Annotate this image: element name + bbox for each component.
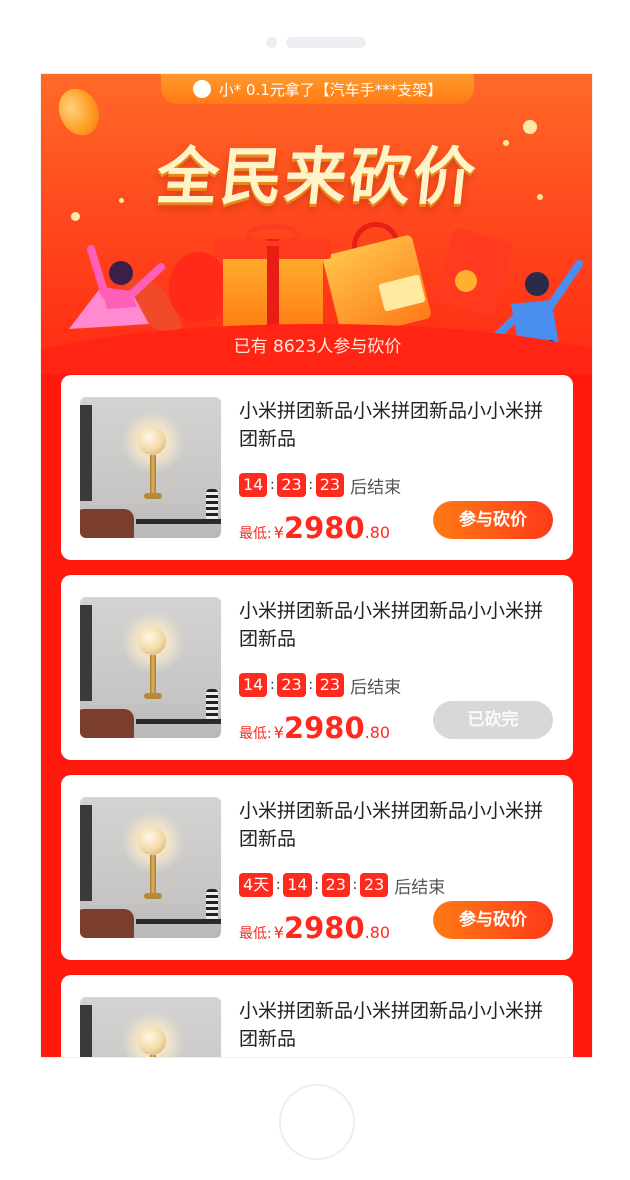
product-card[interactable]: 小米拼团新品小米拼团新品小小米拼团新品 14:23:23 后结束 最低: ¥ 29…	[61, 575, 573, 760]
countdown-segment: 23	[277, 673, 306, 697]
sparkle-decoration	[71, 212, 80, 221]
image-detail	[206, 689, 218, 721]
lowest-price: 最低: ¥ 2980 .80	[239, 511, 390, 545]
image-detail	[80, 509, 134, 538]
product-card[interactable]: 小米拼团新品小米拼团新品小小米拼团新品 4天:14:23:23 后结束 最低: ¥…	[61, 775, 573, 960]
countdown-segment: 14	[283, 873, 312, 897]
currency-symbol: ¥	[273, 723, 284, 742]
bargain-button[interactable]: 参与砍价	[433, 501, 553, 539]
countdown-timer: 14:23:23 后结束	[239, 473, 402, 498]
image-detail	[80, 909, 134, 938]
hero-banner: 小* 0.1元拿了【汽车手***支架】 全民来砍价 已有 8623人参与砍价	[41, 74, 592, 374]
countdown-segment: 23	[321, 873, 350, 897]
price-decimal: .80	[364, 723, 391, 742]
product-image[interactable]	[80, 397, 221, 538]
lamp-bulb	[138, 1027, 166, 1055]
image-detail	[80, 405, 92, 501]
sparkle-decoration	[523, 120, 537, 134]
price-decimal: .80	[364, 523, 391, 542]
bargain-button: 已砍完	[433, 701, 553, 739]
image-detail	[80, 605, 92, 701]
countdown-separator: :	[314, 877, 319, 893]
countdown-segment: 23	[315, 673, 345, 697]
countdown-separator: :	[352, 877, 358, 893]
phone-camera-dot	[266, 37, 277, 48]
price-label: 最低:	[239, 526, 272, 542]
product-title[interactable]: 小米拼团新品小米拼团新品小小米拼团新品	[239, 397, 559, 453]
lowest-price: 最低: ¥ 2980 .80	[239, 711, 390, 745]
countdown-timer: 14:23:23 后结束	[239, 673, 402, 698]
countdown-suffix: 后结束	[350, 477, 402, 498]
winner-ticker: 小* 0.1元拿了【汽车手***支架】	[161, 74, 474, 104]
balloon-decoration	[169, 252, 229, 322]
countdown-separator: :	[308, 677, 314, 693]
price-decimal: .80	[364, 923, 391, 942]
price-label: 最低:	[239, 926, 272, 942]
gift-ribbon-illustration	[267, 239, 279, 334]
currency-symbol: ¥	[273, 523, 284, 542]
price-integer: 2980	[283, 511, 365, 545]
coin-illustration	[455, 270, 477, 292]
product-image[interactable]	[80, 997, 221, 1057]
price-label: 最低:	[239, 726, 272, 742]
image-detail	[80, 1005, 92, 1057]
countdown-segment: 4天	[239, 873, 274, 897]
product-title[interactable]: 小米拼团新品小米拼团新品小小米拼团新品	[239, 597, 559, 653]
gift-bow-illustration	[246, 224, 300, 246]
countdown-suffix: 后结束	[350, 677, 402, 698]
lowest-price: 最低: ¥ 2980 .80	[239, 911, 390, 945]
sparkle-decoration	[503, 140, 509, 146]
countdown-segment: 23	[315, 473, 345, 497]
product-list[interactable]: 小米拼团新品小米拼团新品小小米拼团新品 14:23:23 后结束 最低: ¥ 29…	[61, 375, 573, 1057]
product-title[interactable]: 小米拼团新品小米拼团新品小小米拼团新品	[239, 997, 559, 1053]
product-card[interactable]: 小米拼团新品小米拼团新品小小米拼团新品	[61, 975, 573, 1057]
hero-title: 全民来砍价	[153, 140, 481, 213]
ticker-text: 小* 0.1元拿了【汽车手***支架】	[218, 80, 443, 99]
lamp-mount	[144, 893, 162, 899]
lamp-stem	[150, 655, 156, 695]
cheering-person-left-illustration	[69, 245, 165, 329]
user-avatar	[192, 80, 211, 98]
product-image[interactable]	[80, 597, 221, 738]
countdown-timer: 4天:14:23:23 后结束	[239, 873, 446, 898]
price-integer: 2980	[283, 711, 365, 745]
currency-symbol: ¥	[273, 923, 284, 942]
lamp-mount	[144, 493, 162, 499]
phone-speaker	[286, 37, 366, 48]
sparkle-decoration	[119, 198, 124, 203]
image-detail	[80, 805, 92, 901]
lamp-mount	[144, 693, 162, 699]
sparkle-decoration	[537, 194, 543, 200]
lamp-bulb	[138, 827, 166, 855]
countdown-separator: :	[275, 877, 281, 893]
product-card[interactable]: 小米拼团新品小米拼团新品小小米拼团新品 14:23:23 后结束 最低: ¥ 29…	[61, 375, 573, 560]
product-title[interactable]: 小米拼团新品小米拼团新品小小米拼团新品	[239, 797, 559, 853]
price-integer: 2980	[283, 911, 365, 945]
countdown-segment: 14	[239, 473, 268, 497]
countdown-separator: :	[308, 477, 314, 493]
countdown-separator: :	[270, 477, 275, 493]
participant-count: 已有 8623人参与砍价	[233, 337, 402, 357]
product-image[interactable]	[80, 797, 221, 938]
lamp-bulb	[138, 427, 166, 455]
countdown-segment: 23	[359, 873, 389, 897]
image-detail	[206, 489, 218, 521]
app-screen: 小* 0.1元拿了【汽车手***支架】 全民来砍价 已有 8623人参与砍价 小…	[40, 73, 593, 1058]
phone-home-button[interactable]	[279, 1084, 355, 1160]
image-detail	[80, 709, 134, 738]
image-detail	[206, 889, 218, 921]
lamp-bulb	[138, 627, 166, 655]
bargain-button[interactable]: 参与砍价	[433, 901, 553, 939]
countdown-suffix: 后结束	[394, 877, 446, 898]
countdown-separator: :	[270, 677, 275, 693]
countdown-segment: 14	[239, 673, 268, 697]
lamp-stem	[150, 1055, 156, 1057]
lamp-stem	[150, 455, 156, 495]
countdown-segment: 23	[277, 473, 306, 497]
lamp-stem	[150, 855, 156, 895]
